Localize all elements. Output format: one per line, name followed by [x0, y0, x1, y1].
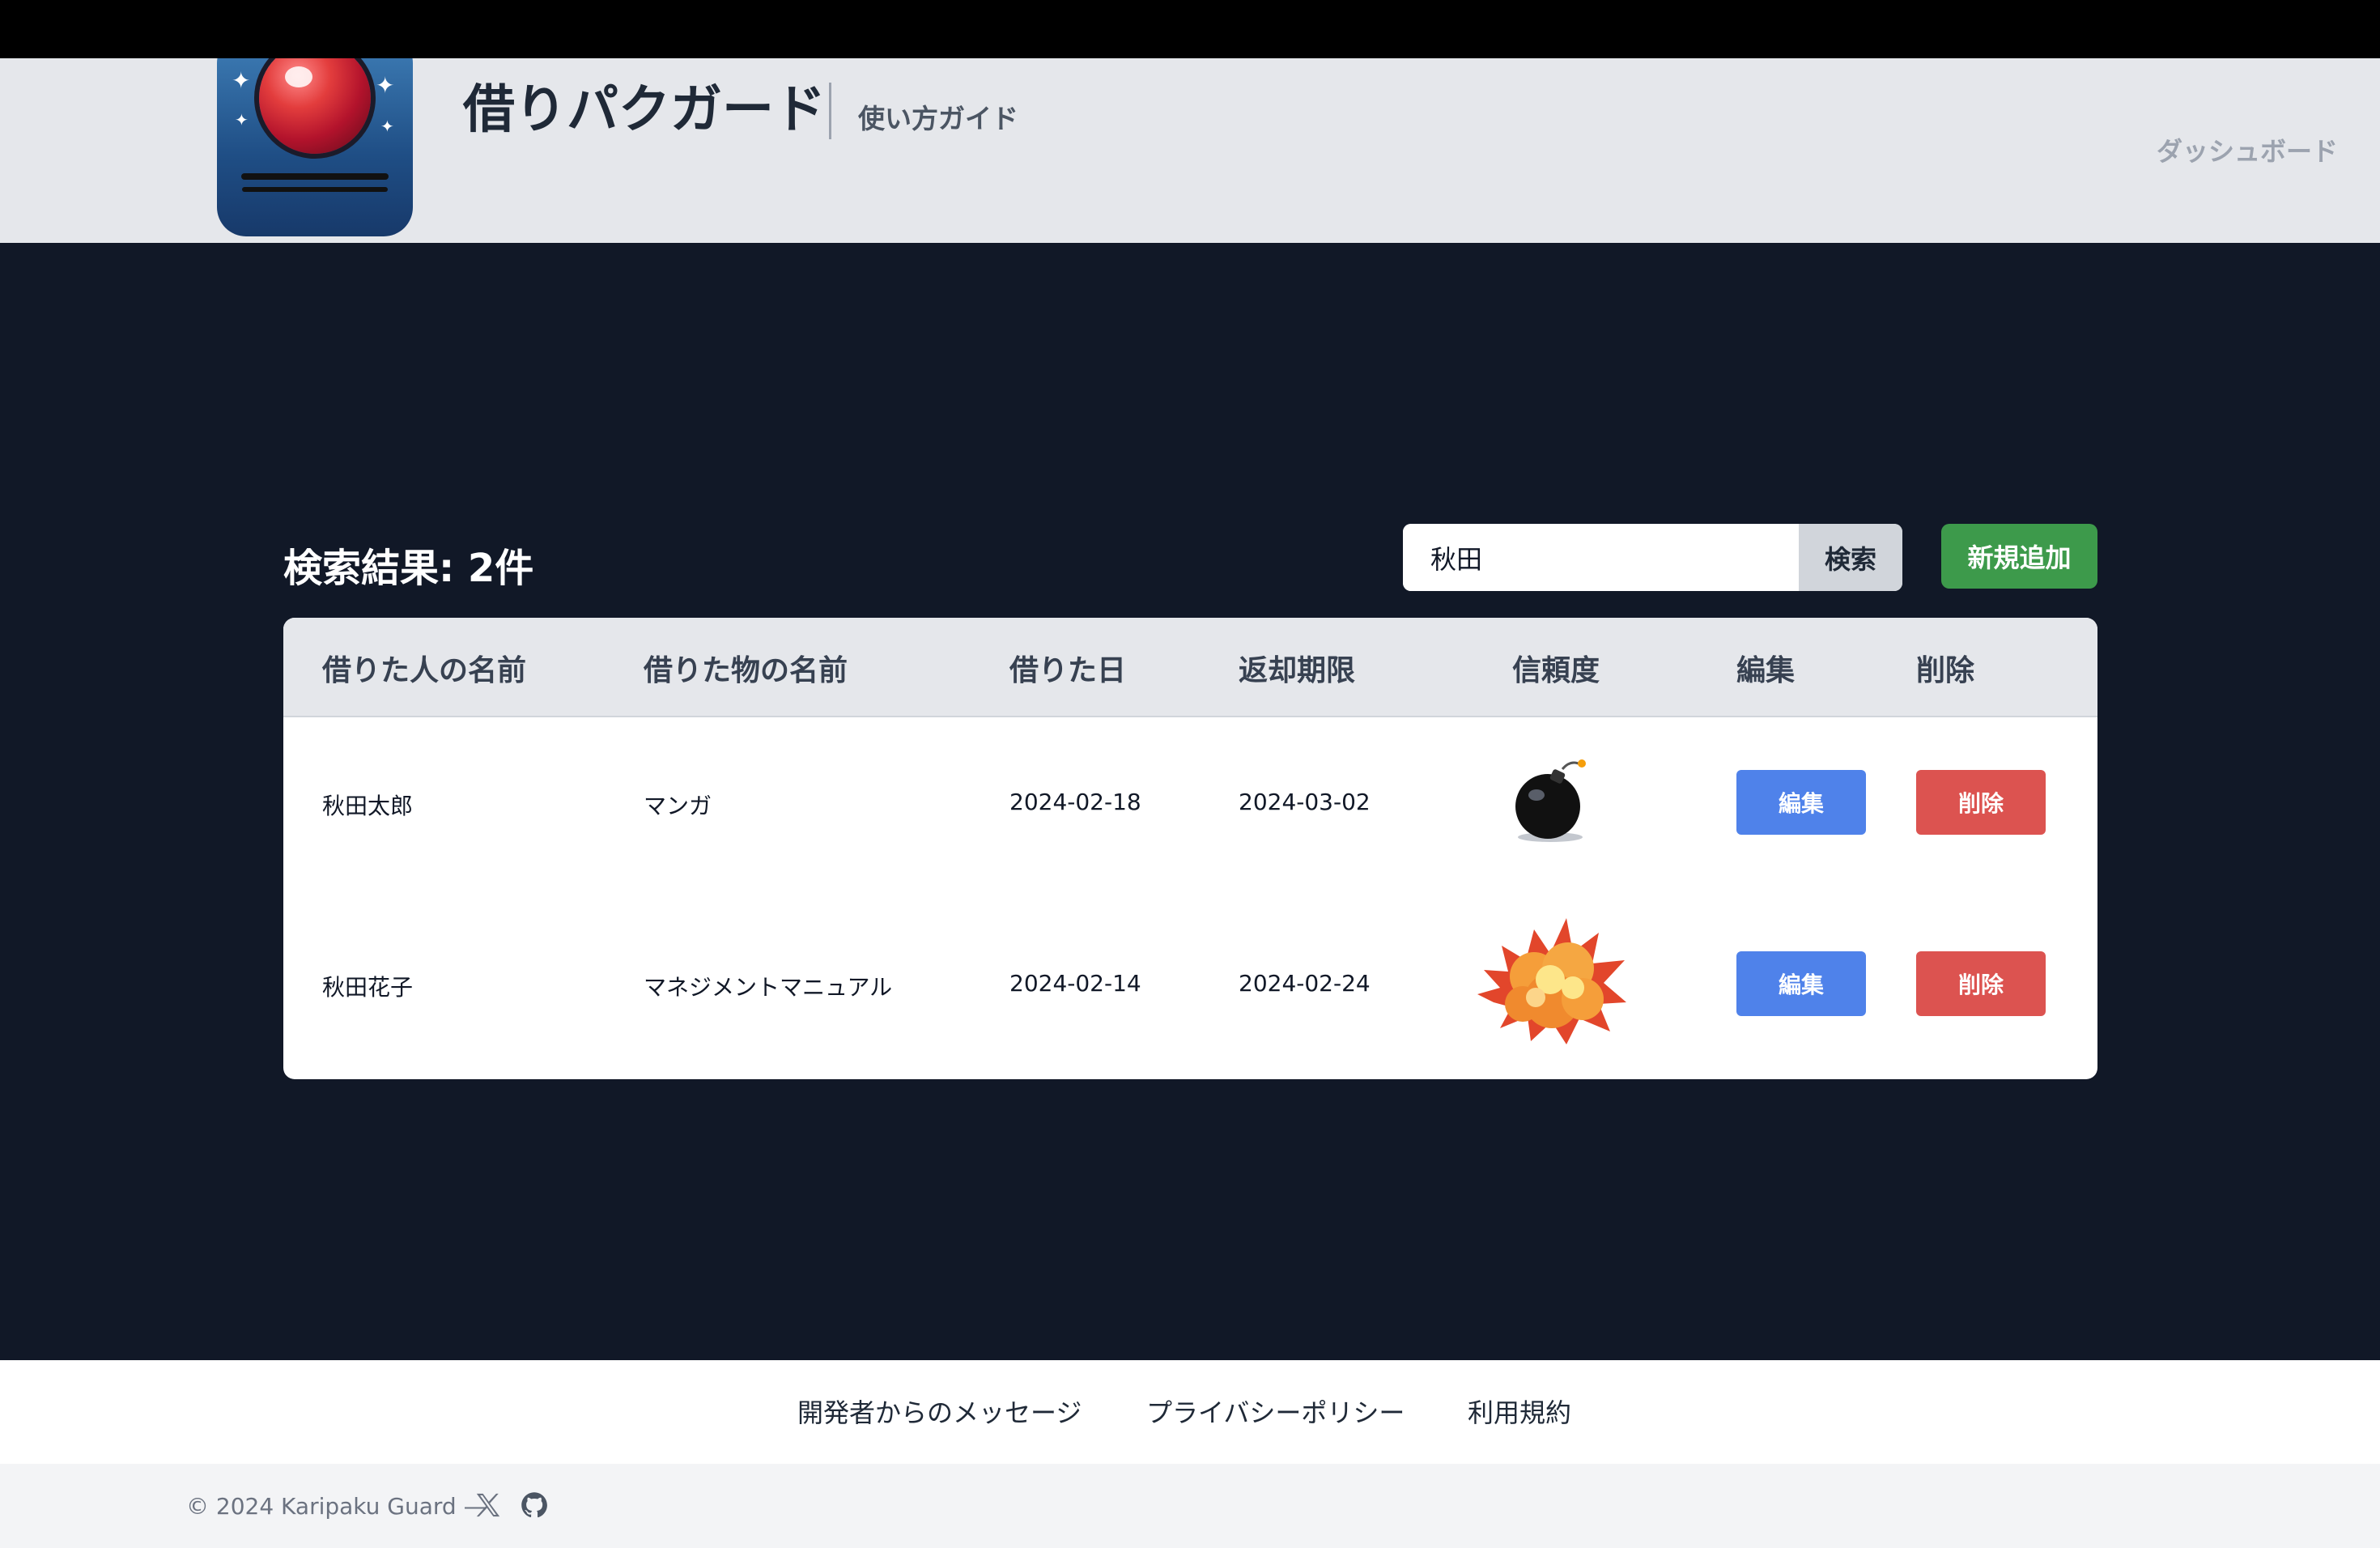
privacy-policy-link[interactable]: プライバシーポリシー: [1146, 1393, 1405, 1430]
search-button[interactable]: 検索: [1799, 524, 1902, 591]
site-header: ✦ ✦ ✦ ✦ 借りパクガード 使い方ガイド ダッシュボード: [0, 58, 2380, 243]
x-icon[interactable]: [474, 1491, 502, 1519]
app-logo[interactable]: ✦ ✦ ✦ ✦: [217, 58, 413, 236]
header-due-date: 返却期限: [1239, 654, 1356, 687]
github-icon[interactable]: [520, 1491, 549, 1520]
header-edit: 編集: [1736, 654, 1796, 687]
top-black-bar: [0, 0, 2380, 58]
borrowed-date: 2024-02-18: [1009, 789, 1141, 815]
copyright-text: © 2024 Karipaku Guard —: [186, 1493, 487, 1520]
header-item: 借りた物の名前: [644, 654, 848, 687]
borrower-name: 秋田太郎: [322, 793, 414, 819]
footer-links: 開発者からのメッセージ プライバシーポリシー 利用規約: [0, 1360, 2380, 1464]
search-input[interactable]: [1403, 524, 1799, 591]
header-borrower: 借りた人の名前: [322, 654, 527, 687]
item-name: マンガ: [644, 793, 712, 819]
header-borrowed-date: 借りた日: [1009, 654, 1127, 687]
search-form: 検索: [1403, 524, 1902, 591]
developer-message-link[interactable]: 開発者からのメッセージ: [797, 1393, 1082, 1430]
delete-button[interactable]: 削除: [1916, 951, 2046, 1016]
item-name: マネジメントマニュアル: [644, 974, 893, 1001]
edit-button[interactable]: 編集: [1736, 770, 1866, 835]
table-row: 秋田花子 マネジメントマニュアル 2024-02-14 2024-02-24 編…: [283, 899, 2097, 1079]
sparkle-icon: ✦: [235, 110, 249, 130]
edit-button[interactable]: 編集: [1736, 951, 1866, 1016]
red-ball-graphic: [259, 58, 371, 154]
sparkle-icon: ✦: [380, 117, 394, 136]
header-delete: 削除: [1916, 654, 1975, 687]
results-table: 借りた人の名前 借りた物の名前 借りた日 返却期限 信頼度 編集 削除 秋田太郎…: [283, 618, 2097, 1079]
guide-link[interactable]: 使い方ガイド: [858, 97, 1018, 136]
sparkle-icon: ✦: [232, 67, 251, 94]
header-trust: 信頼度: [1512, 654, 1600, 687]
dashboard-link[interactable]: ダッシュボード: [2157, 131, 2338, 168]
due-date: 2024-03-02: [1239, 789, 1371, 815]
sparkle-icon: ✦: [376, 72, 395, 99]
explosion-icon: [1477, 918, 1626, 1044]
title-divider: [829, 83, 831, 139]
due-date: 2024-02-24: [1239, 970, 1371, 997]
add-new-button[interactable]: 新規追加: [1941, 524, 2097, 589]
table-row: 秋田太郎 マンガ 2024-02-18 2024-03-02 編集 削除: [283, 717, 2097, 899]
borrower-name: 秋田花子: [322, 974, 414, 1001]
search-result-title: 検索結果: 2件: [283, 546, 534, 591]
app-title[interactable]: 借りパクガード: [463, 78, 826, 142]
logo-base: [241, 173, 389, 180]
borrowed-date: 2024-02-14: [1009, 970, 1141, 997]
delete-button[interactable]: 削除: [1916, 770, 2046, 835]
table-header: 借りた人の名前 借りた物の名前 借りた日 返却期限 信頼度 編集 削除: [283, 618, 2097, 717]
footer-bottom: © 2024 Karipaku Guard —: [0, 1464, 2380, 1548]
bomb-icon: [1515, 759, 1586, 842]
terms-link[interactable]: 利用規約: [1468, 1393, 1571, 1430]
